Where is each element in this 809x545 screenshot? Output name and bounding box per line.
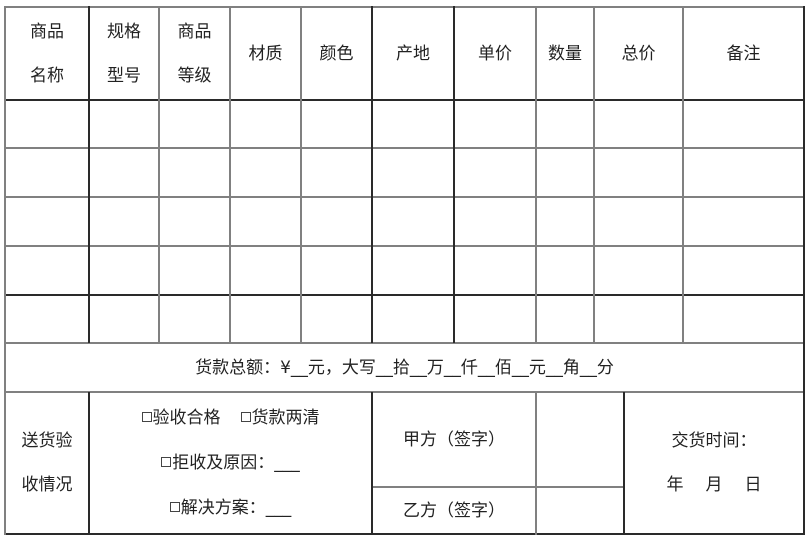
table-cell[interactable] — [302, 198, 371, 245]
table-cell[interactable] — [455, 296, 535, 342]
table-cell[interactable] — [302, 101, 371, 147]
table-border-bottom — [4, 533, 805, 535]
table-cell[interactable] — [6, 101, 88, 147]
header-text: 规格 — [107, 21, 141, 42]
table-cell[interactable] — [684, 101, 803, 147]
total-amount-text: 货款总额：¥__元，大写__拾__万__仟__佰__元__角__分 — [195, 357, 614, 378]
table-cell[interactable] — [231, 101, 300, 147]
party-a-label: 甲方（签字） — [403, 429, 505, 450]
delivery-date-fields[interactable]: 年月日 — [667, 463, 762, 507]
header-text: 名称 — [30, 65, 64, 86]
table-cell[interactable] — [90, 247, 158, 294]
table-cell[interactable] — [537, 247, 593, 294]
header-color: 颜色 — [319, 43, 354, 64]
table-cell[interactable] — [231, 198, 300, 245]
month-label: 月 — [705, 475, 723, 495]
header-text: 商品 — [177, 21, 212, 42]
table-cell[interactable] — [302, 296, 371, 342]
rejected-option[interactable]: 拒收及原因：___ — [90, 443, 371, 483]
table-cell[interactable] — [684, 149, 803, 196]
table-cell[interactable] — [455, 198, 535, 245]
table-cell[interactable] — [160, 198, 229, 245]
table-cell[interactable] — [684, 296, 803, 342]
purchase-form: 商品 名称 规格 型号 商品 等级 材质 颜色 产地 单价 数量 总价 备注 货… — [0, 0, 809, 545]
header-text: 等级 — [177, 65, 212, 86]
checkbox-icon[interactable] — [141, 412, 152, 422]
table-cell[interactable] — [373, 149, 453, 196]
party-b-signature-field[interactable] — [537, 488, 623, 533]
checkbox-icon[interactable] — [161, 457, 172, 467]
table-cell[interactable] — [373, 101, 453, 147]
table-cell[interactable] — [160, 101, 229, 147]
header-origin: 产地 — [396, 43, 430, 64]
table-cell[interactable] — [537, 296, 593, 342]
header-quantity: 数量 — [548, 43, 582, 64]
paid-option[interactable]: 货款两清 — [240, 396, 320, 440]
table-cell[interactable] — [684, 247, 803, 294]
table-cell[interactable] — [595, 149, 682, 196]
table-cell[interactable] — [6, 149, 88, 196]
options-row-1: 验收合格 货款两清 — [90, 398, 371, 438]
table-cell[interactable] — [90, 296, 158, 342]
checkbox-icon[interactable] — [169, 502, 180, 512]
table-cell[interactable] — [595, 101, 682, 147]
option-label: 解决方案：___ — [180, 498, 292, 518]
header-remarks: 备注 — [726, 43, 761, 64]
delivery-time: 交货时间： 年 月 日 — [625, 393, 803, 533]
table-cell[interactable] — [537, 101, 593, 147]
year-label: 年 — [666, 475, 684, 495]
table-cell[interactable] — [373, 247, 453, 294]
label-text: 送货验 — [21, 431, 73, 451]
table-cell[interactable] — [160, 149, 229, 196]
header-text: 型号 — [107, 65, 141, 86]
table-cell[interactable] — [90, 101, 158, 147]
table-cell[interactable] — [231, 296, 300, 342]
header-total-price: 总价 — [621, 43, 656, 64]
option-label: 货款两清 — [251, 408, 320, 428]
table-border-right — [803, 6, 805, 535]
accepted-option[interactable]: 验收合格 — [141, 396, 221, 440]
header-unit-price: 单价 — [478, 43, 512, 64]
table-cell[interactable] — [373, 198, 453, 245]
table-cell[interactable] — [455, 149, 535, 196]
option-label: 拒收及原因：___ — [172, 453, 300, 473]
party-b-label: 乙方（签字） — [403, 500, 505, 521]
table-cell[interactable] — [160, 296, 229, 342]
delivery-time-label: 交货时间： — [671, 431, 757, 451]
table-cell[interactable] — [537, 149, 593, 196]
table-cell[interactable] — [684, 198, 803, 245]
table-cell[interactable] — [231, 149, 300, 196]
header-spec-model: 规格 型号 — [90, 8, 158, 99]
party-a-signature-field[interactable] — [537, 393, 623, 486]
table-cell[interactable] — [231, 247, 300, 294]
table-cell[interactable] — [595, 198, 682, 245]
table-cell[interactable] — [6, 296, 88, 342]
table-cell[interactable] — [455, 101, 535, 147]
checkbox-icon[interactable] — [240, 412, 251, 422]
table-cell[interactable] — [455, 247, 535, 294]
table-cell[interactable] — [90, 149, 158, 196]
table-cell[interactable] — [160, 247, 229, 294]
label-text: 收情况 — [21, 475, 73, 495]
table-cell[interactable] — [595, 296, 682, 342]
option-label: 验收合格 — [152, 408, 221, 428]
table-cell[interactable] — [373, 296, 453, 342]
table-cell[interactable] — [537, 198, 593, 245]
header-material: 材质 — [248, 43, 283, 64]
delivery-inspection-label: 送货验 收情况 — [6, 393, 88, 533]
table-cell[interactable] — [302, 149, 371, 196]
table-cell[interactable] — [90, 198, 158, 245]
solution-option[interactable]: 解决方案：___ — [90, 488, 371, 528]
header-text: 商品 — [30, 21, 64, 42]
table-cell[interactable] — [595, 247, 682, 294]
day-label: 日 — [744, 475, 762, 495]
header-product-name: 商品 名称 — [6, 8, 88, 99]
table-cell[interactable] — [6, 247, 88, 294]
table-cell[interactable] — [6, 198, 88, 245]
header-product-grade: 商品 等级 — [160, 8, 229, 99]
table-cell[interactable] — [302, 247, 371, 294]
